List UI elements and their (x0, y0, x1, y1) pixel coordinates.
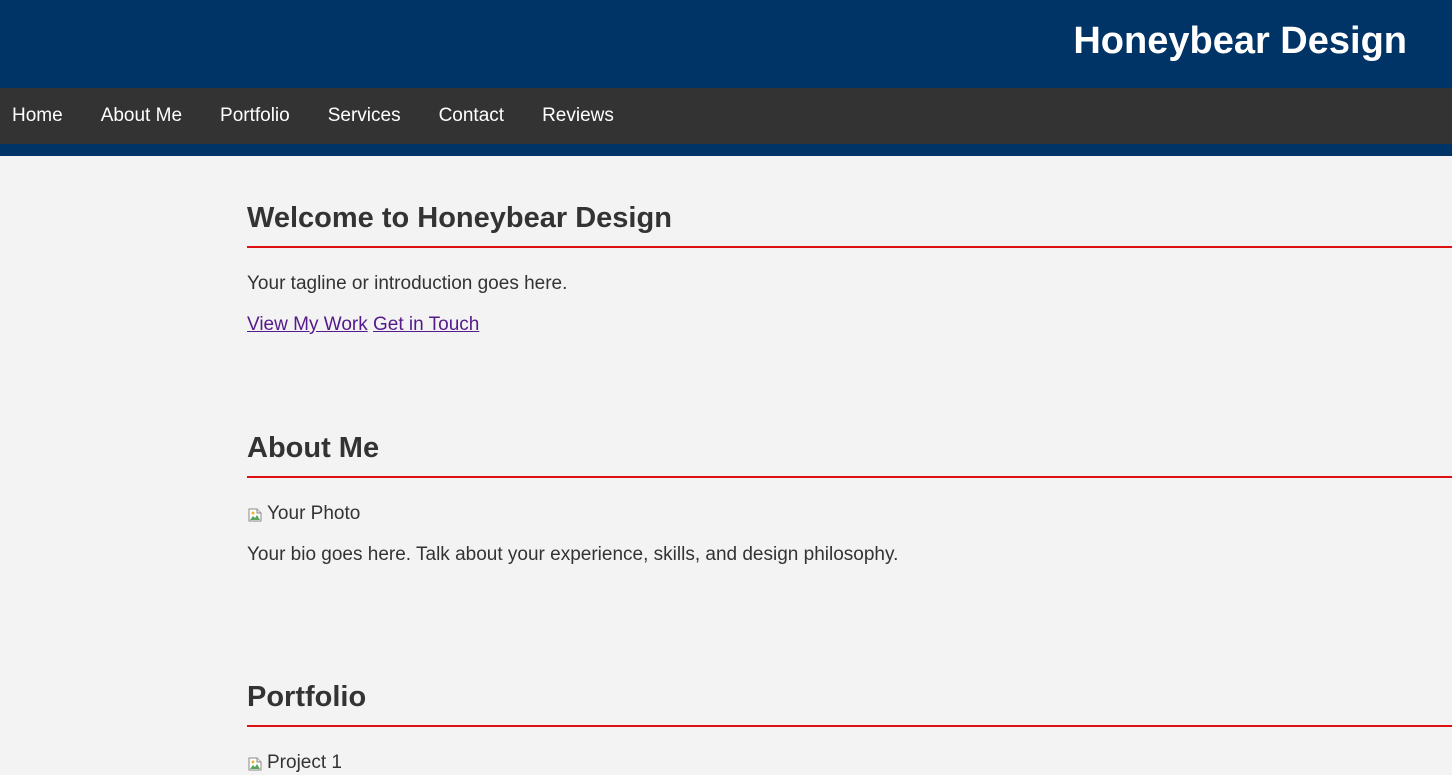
nav-contact-link[interactable]: Contact (420, 88, 523, 144)
about-heading: About Me (247, 430, 1452, 478)
project-1-image-placeholder: Project 1 (247, 751, 1452, 775)
welcome-links: View My Work Get in Touch (247, 313, 1452, 337)
welcome-section: Welcome to Honeybear Design Your tagline… (247, 200, 1452, 337)
welcome-tagline: Your tagline or introduction goes here. (247, 273, 568, 294)
welcome-heading: Welcome to Honeybear Design (247, 200, 1452, 248)
site-header: Honeybear Design Home About Me Portfolio… (0, 0, 1452, 156)
nav-home-link[interactable]: Home (0, 88, 82, 144)
portfolio-heading: Portfolio (247, 679, 1452, 727)
nav-portfolio-link[interactable]: Portfolio (201, 88, 309, 144)
broken-image-icon (247, 506, 263, 522)
profile-photo-alt-text: Your Photo (267, 503, 361, 524)
nav-services-link[interactable]: Services (309, 88, 420, 144)
main-navigation: Home About Me Portfolio Services Contact… (0, 88, 1452, 144)
nav-reviews-link[interactable]: Reviews (523, 88, 633, 144)
about-section: About Me Your Photo Your bio goes here. … (247, 430, 1452, 584)
nav-about-link[interactable]: About Me (82, 88, 201, 144)
about-bio: Your bio goes here. Talk about your expe… (247, 544, 899, 565)
profile-photo-placeholder: Your Photo (247, 502, 1452, 526)
site-title: Honeybear Design (1073, 20, 1407, 62)
get-in-touch-link[interactable]: Get in Touch (373, 314, 479, 335)
project-1-alt-text: Project 1 (267, 752, 342, 773)
view-my-work-link[interactable]: View My Work (247, 314, 368, 335)
portfolio-section: Portfolio Project 1 (247, 679, 1452, 775)
main-content: Welcome to Honeybear Design Your tagline… (247, 156, 1452, 775)
broken-image-icon (247, 755, 263, 771)
